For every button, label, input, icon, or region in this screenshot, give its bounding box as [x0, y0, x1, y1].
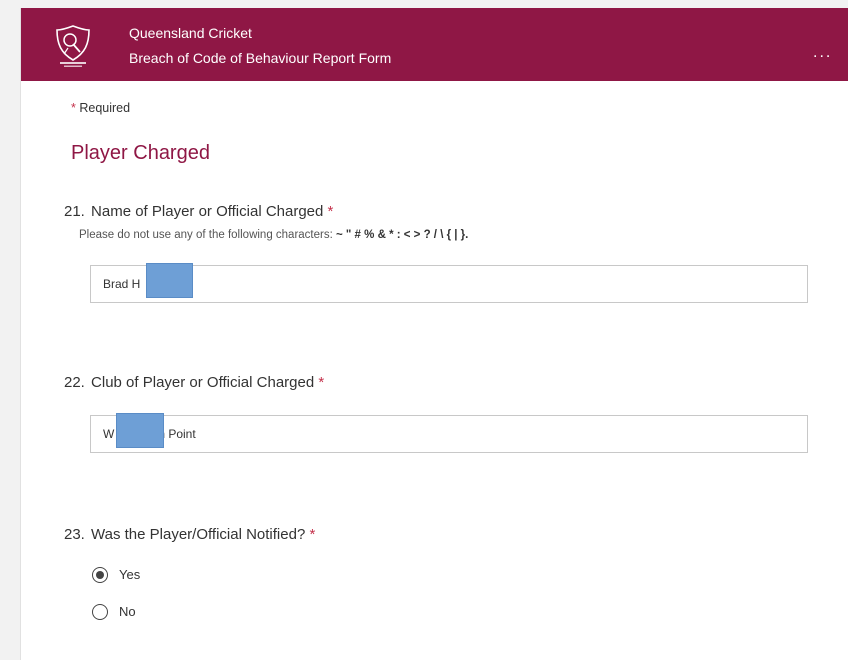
radio-button-selected[interactable]	[92, 567, 108, 583]
radio-button[interactable]	[92, 604, 108, 620]
club-input[interactable]: Wn Point	[90, 415, 808, 453]
queensland-cricket-logo	[56, 25, 90, 67]
radio-label: Yes	[119, 567, 141, 582]
required-text: Required	[79, 101, 131, 115]
input-value: Brad H	[103, 277, 141, 291]
required-star: *	[318, 374, 325, 391]
radio-label: No	[119, 604, 136, 619]
input-value-start: W	[103, 427, 115, 441]
redaction-box	[116, 413, 164, 448]
player-name-input[interactable]: Brad H	[90, 265, 808, 303]
radio-dot	[96, 571, 104, 579]
section-title: Player Charged	[71, 142, 210, 164]
org-name: Queensland Cricket	[129, 25, 252, 41]
question-text: Club of Player or Official Charged	[91, 374, 315, 391]
required-star: *	[71, 101, 76, 115]
question-21-hint: Please do not use any of the following c…	[79, 229, 468, 241]
form-header: Queensland Cricket Breach of Code of Beh…	[21, 8, 848, 81]
required-star: *	[327, 203, 334, 220]
question-21-title: 21. Name of Player or Official Charged *	[64, 203, 333, 220]
question-23-title: 23. Was the Player/Official Notified? *	[64, 526, 315, 543]
form-title: Breach of Code of Behaviour Report Form	[129, 50, 392, 66]
question-22-title: 22. Club of Player or Official Charged *	[64, 374, 324, 391]
question-number: 22.	[64, 374, 85, 391]
hint-text: Please do not use any of the following c…	[79, 229, 333, 241]
hint-characters: ~ " # % & * : < > ? / \ { | }.	[336, 229, 469, 241]
required-star: *	[309, 526, 316, 543]
question-number: 23.	[64, 526, 85, 543]
question-text: Was the Player/Official Notified?	[91, 526, 306, 543]
question-number: 21.	[64, 203, 85, 220]
redaction-box	[146, 263, 193, 298]
question-text: Name of Player or Official Charged	[91, 203, 324, 220]
more-options-button[interactable]: ...	[813, 44, 832, 62]
form-page: Queensland Cricket Breach of Code of Beh…	[20, 8, 848, 660]
required-note: * Required	[71, 101, 130, 115]
